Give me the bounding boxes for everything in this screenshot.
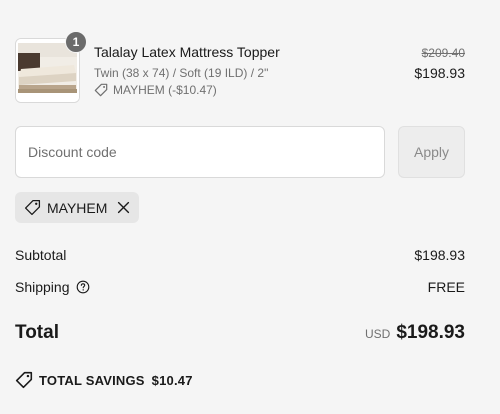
- product-variant: Twin (38 x 74) / Soft (19 ILD) / 2": [94, 66, 269, 80]
- total-value: $198.93: [396, 322, 465, 343]
- total-amount-wrap: USD $198.93: [365, 322, 465, 344]
- currency-code: USD: [364, 327, 391, 341]
- line-item: 1 Talalay Latex Mattress Topper Twin (38…: [15, 31, 465, 104]
- item-discount: MAYHEM (-$10.47): [94, 83, 217, 97]
- total-label: Total: [15, 322, 59, 343]
- discount-code-input[interactable]: [15, 126, 385, 178]
- apply-button[interactable]: Apply: [398, 126, 465, 178]
- product-thumbnail-wrapper: 1: [15, 31, 87, 103]
- total-savings-value: $10.47: [151, 372, 193, 388]
- shipping-label-wrap: Shipping: [15, 279, 90, 295]
- product-title: Talalay Latex Mattress Topper: [94, 44, 280, 60]
- remove-discount-close-icon[interactable]: [117, 201, 130, 214]
- total-row: Total USD $198.93: [15, 322, 465, 344]
- applied-discount-code: MAYHEM: [47, 199, 108, 216]
- tag-icon: [15, 371, 33, 389]
- shipping-value: FREE: [427, 279, 465, 295]
- tag-icon: [24, 199, 41, 216]
- quantity-badge: 1: [65, 31, 87, 53]
- help-circle-icon[interactable]: [76, 280, 90, 294]
- total-savings-label: TOTAL SAVINGS: [39, 372, 145, 388]
- compare-at-price: $209.40: [421, 46, 465, 60]
- subtotal-row: Subtotal $198.93: [15, 247, 465, 263]
- shipping-row: Shipping FREE: [15, 279, 465, 295]
- subtotal-value: $198.93: [414, 247, 465, 263]
- total-savings: TOTAL SAVINGS $10.47: [15, 371, 193, 389]
- subtotal-label: Subtotal: [15, 247, 67, 263]
- item-discount-label: MAYHEM (-$10.47): [113, 83, 217, 97]
- shipping-label: Shipping: [15, 279, 70, 295]
- tag-icon: [94, 83, 108, 97]
- applied-discount-tag: MAYHEM: [15, 192, 139, 223]
- item-price: $198.93: [414, 65, 465, 81]
